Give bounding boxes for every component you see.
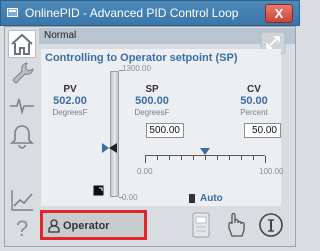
sp-value: 500.00 <box>135 95 169 107</box>
operator-label: Operator <box>63 220 110 232</box>
sp-marker[interactable] <box>109 143 117 153</box>
cv-scale-min: 0.00 <box>137 167 153 176</box>
help-icon: ? <box>16 216 28 241</box>
faceplate-icon <box>192 212 210 238</box>
scale-min: 0.00 <box>122 193 138 202</box>
user-icon <box>48 219 60 233</box>
sidebar: ? <box>5 28 37 245</box>
sidebar-item-trends[interactable] <box>8 91 36 119</box>
sidebar-item-help[interactable]: ? <box>8 214 36 242</box>
pv-unit: DegreesF <box>52 108 88 117</box>
scale-tick <box>119 70 123 71</box>
auto-mode-label: Auto <box>200 193 223 204</box>
sidebar-item-home[interactable] <box>8 30 36 58</box>
window-title: OnlinePID - Advanced PID Control Loop <box>25 6 239 20</box>
title-bar: OnlinePID - Advanced PID Control Loop X <box>0 0 300 26</box>
hand-icon <box>228 212 245 237</box>
sp-unit: DegreesF <box>134 108 170 117</box>
bar-indicator-icon <box>93 185 104 196</box>
sidebar-item-maintenance[interactable] <box>8 59 36 87</box>
pv-sp-markers <box>102 143 117 153</box>
cv-slider[interactable] <box>145 148 266 163</box>
cv-unit: Percent <box>240 108 268 117</box>
close-button[interactable]: X <box>265 4 293 23</box>
window-icon <box>7 8 18 17</box>
info-icon <box>259 213 283 237</box>
sp-label: SP <box>145 84 159 95</box>
sp-entry-field[interactable]: 500.00 <box>146 123 184 138</box>
status-header: Normal <box>39 28 295 55</box>
info-button[interactable] <box>257 210 287 240</box>
trend-pulse-icon <box>10 98 34 115</box>
pv-marker <box>102 143 109 153</box>
cv-scale-max: 100.00 <box>259 167 284 176</box>
scale-max: 1300.00 <box>122 64 151 73</box>
alarm-bell-icon <box>10 125 34 149</box>
cv-entry-field[interactable]: 50.00 <box>244 123 281 138</box>
status-text: Normal <box>44 30 77 41</box>
wrench-icon <box>12 62 34 84</box>
faceplate-button[interactable] <box>187 210 217 240</box>
sidebar-item-charts[interactable] <box>8 186 36 214</box>
pv-bar <box>110 71 119 197</box>
line-chart-icon <box>11 190 33 211</box>
home-icon <box>11 33 33 55</box>
mode-title: Controlling to Operator setpoint (SP) <box>45 52 238 64</box>
sidebar-item-alarms[interactable] <box>8 122 36 150</box>
auto-mode-icon <box>189 194 195 203</box>
operator-button[interactable]: Operator <box>40 210 147 240</box>
pv-label: PV <box>63 84 77 95</box>
manual-hand-button[interactable] <box>221 210 251 240</box>
pv-value: 502.00 <box>53 95 87 107</box>
cv-label: CV <box>247 84 261 95</box>
svg-text:?: ? <box>16 216 28 241</box>
cv-value: 50.00 <box>240 95 268 107</box>
cv-slider-thumb[interactable] <box>200 148 210 156</box>
